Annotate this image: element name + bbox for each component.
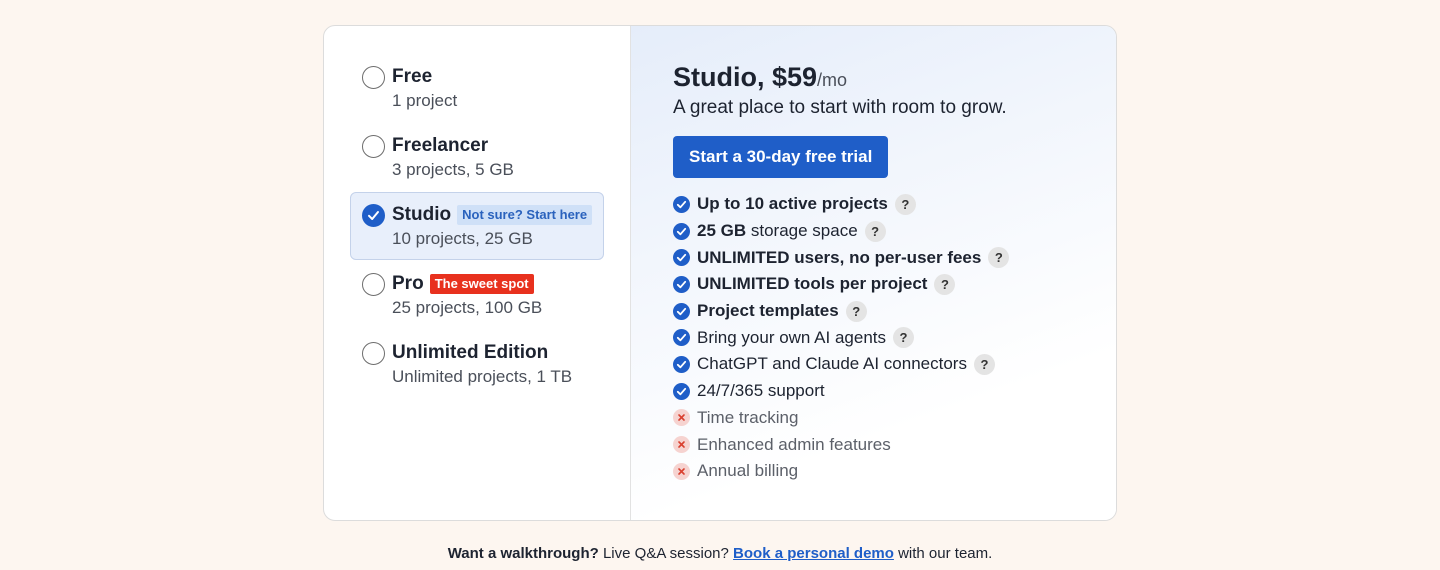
feature-label-text: 24/7/365 support	[697, 381, 825, 401]
question-icon[interactable]: ?	[973, 353, 995, 375]
radio-icon[interactable]	[362, 342, 385, 365]
footer-lead: Want a walkthrough?	[447, 545, 599, 562]
feature-list: Up to 10 active projects? 25 GB storage s…	[673, 191, 1074, 485]
check-circle-icon	[673, 382, 690, 400]
feature-label-bold: UNLIMITED tools per project	[697, 274, 928, 294]
feature-label: UNLIMITED tools per project	[697, 274, 927, 294]
feature-label-text: ChatGPT and Claude AI connectors	[697, 354, 967, 374]
feature-label: Annual billing	[697, 461, 798, 481]
question-icon[interactable]: ?	[988, 247, 1010, 269]
plan-description: 25 projects, 100 GB	[392, 298, 543, 317]
plan-option-studio[interactable]: Studio Not sure? Start here 10 projects,…	[350, 192, 604, 260]
feature-label: Time tracking	[697, 408, 798, 428]
plan-name: Unlimited Edition	[392, 342, 549, 363]
plan-list: Free 1 project Freelancer 3 projects, 5 …	[324, 26, 631, 520]
footer-note: Want a walkthrough? Live Q&A session? Bo…	[0, 545, 1440, 562]
plan-description: Unlimited projects, 1 TB	[392, 367, 573, 386]
footer-tail: with our team.	[893, 545, 993, 562]
radio-icon[interactable]	[362, 273, 385, 296]
feature-item: ChatGPT and Claude AI connectors?	[673, 351, 1074, 378]
check-circle-icon	[673, 249, 690, 267]
book-demo-link[interactable]: Book a personal demo	[733, 545, 894, 562]
feature-label: 24/7/365 support	[697, 381, 825, 401]
feature-label-bold: Project templates	[697, 301, 839, 321]
feature-label-text: storage space	[746, 221, 858, 241]
plan-name: Free	[392, 66, 433, 87]
feature-label-bold: 25 GB	[697, 221, 747, 241]
check-icon[interactable]	[362, 204, 385, 227]
plan-description: 3 projects, 5 GB	[392, 160, 514, 179]
x-circle-icon	[673, 462, 690, 480]
feature-label: UNLIMITED users, no per-user fees	[697, 248, 981, 268]
start-trial-button[interactable]: Start a 30-day free trial	[673, 136, 889, 178]
plan-name: Freelancer	[392, 135, 489, 156]
plan-tagline: A great place to start with room to grow…	[673, 97, 1007, 118]
check-circle-icon	[673, 222, 690, 240]
check-circle-icon	[673, 195, 690, 213]
feature-item: UNLIMITED users, no per-user fees?	[673, 244, 1074, 271]
plan-option-unlimited[interactable]: Unlimited Edition Unlimited projects, 1 …	[350, 330, 604, 398]
plan-name: Studio	[392, 204, 452, 225]
plan-detail-panel: Studio, $59 /mo A great place to start w…	[631, 26, 1116, 520]
feature-item: Enhanced admin features	[673, 431, 1074, 458]
feature-label: Up to 10 active projects	[697, 194, 888, 214]
price-line: Studio, $59 /mo	[673, 62, 1074, 93]
question-icon[interactable]: ?	[934, 273, 956, 295]
feature-item: Bring your own AI agents?	[673, 324, 1074, 351]
feature-item: Up to 10 active projects?	[673, 191, 1074, 218]
radio-icon[interactable]	[362, 135, 385, 158]
feature-item: 25 GB storage space?	[673, 218, 1074, 245]
check-circle-icon	[673, 275, 690, 293]
plan-option-freelancer[interactable]: Freelancer 3 projects, 5 GB	[350, 123, 604, 191]
price-period: /mo	[817, 70, 848, 90]
radio-icon[interactable]	[362, 66, 385, 89]
plan-description: 10 projects, 25 GB	[392, 229, 533, 248]
feature-item: Project templates?	[673, 298, 1074, 325]
feature-label-bold: Up to 10 active projects	[697, 194, 888, 214]
feature-item: 24/7/365 support	[673, 378, 1074, 405]
feature-label-bold: UNLIMITED users, no per-user fees	[697, 247, 982, 267]
plan-price-title: Studio, $59	[673, 62, 818, 92]
recommendation-badge: Not sure? Start here	[457, 205, 593, 225]
feature-label: Project templates	[697, 301, 839, 321]
feature-label: 25 GB storage space	[697, 221, 858, 241]
check-circle-icon	[673, 355, 690, 373]
question-icon[interactable]: ?	[845, 300, 867, 322]
feature-item: Annual billing	[673, 458, 1074, 485]
highlight-badge: The sweet spot	[429, 274, 534, 294]
x-circle-icon	[673, 436, 690, 454]
footer-text: Live Q&A session?	[598, 545, 734, 562]
feature-item: Time tracking	[673, 405, 1074, 432]
plan-description: 1 project	[392, 91, 458, 110]
plan-option-pro[interactable]: Pro The sweet spot 25 projects, 100 GB	[350, 261, 604, 329]
feature-label-text: Annual billing	[697, 461, 799, 481]
feature-item: UNLIMITED tools per project?	[673, 271, 1074, 298]
check-circle-icon	[673, 329, 690, 347]
plan-option-free[interactable]: Free 1 project	[350, 54, 604, 122]
question-icon[interactable]: ?	[864, 220, 886, 242]
x-circle-icon	[673, 409, 690, 427]
feature-label: Enhanced admin features	[697, 435, 891, 455]
question-icon[interactable]: ?	[894, 193, 916, 215]
feature-label-text: Time tracking	[697, 407, 799, 427]
feature-label-text: Enhanced admin features	[697, 434, 891, 454]
pricing-card: Free 1 project Freelancer 3 projects, 5 …	[323, 25, 1117, 521]
feature-label: Bring your own AI agents	[697, 328, 886, 348]
feature-label-text: Bring your own AI agents	[697, 327, 887, 347]
question-icon[interactable]: ?	[893, 327, 915, 349]
feature-label: ChatGPT and Claude AI connectors	[697, 354, 967, 374]
check-circle-icon	[673, 302, 690, 320]
plan-name: Pro	[392, 273, 424, 294]
